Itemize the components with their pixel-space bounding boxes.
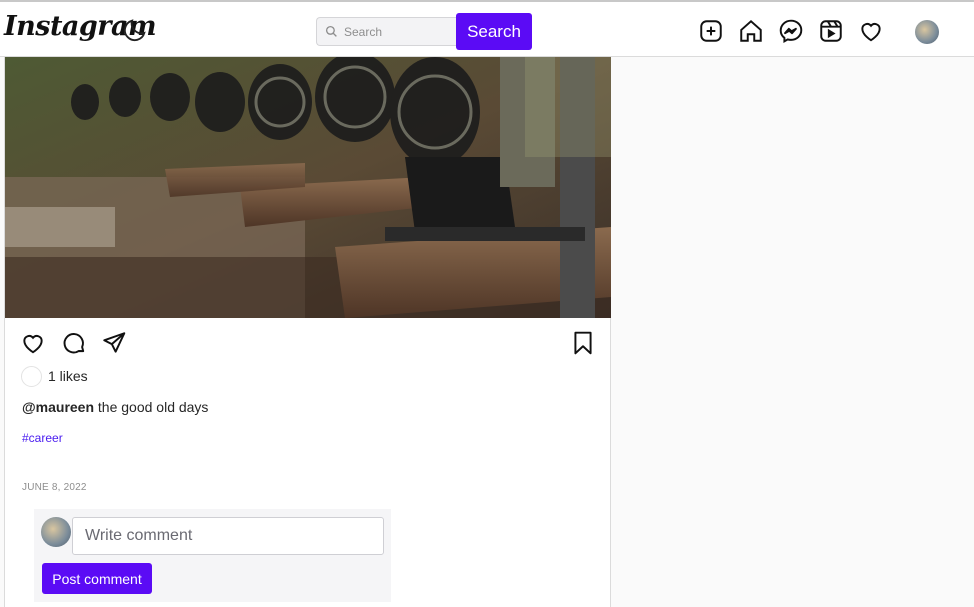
- search-input[interactable]: [344, 18, 456, 45]
- add-post-icon[interactable]: [698, 18, 724, 44]
- search-button[interactable]: Search: [456, 13, 532, 50]
- bookmark-icon[interactable]: [570, 330, 596, 356]
- search-icon: [325, 25, 337, 37]
- comment-input[interactable]: [72, 517, 384, 555]
- home-icon[interactable]: [738, 18, 764, 44]
- comment-bubble-icon[interactable]: [61, 330, 87, 356]
- commenter-avatar: [41, 517, 71, 547]
- search-field[interactable]: [316, 17, 457, 46]
- top-navigation-bar: Instagram Search: [0, 0, 974, 57]
- profile-avatar[interactable]: [915, 20, 939, 44]
- post-actions-bar: [5, 318, 611, 368]
- liker-avatar-placeholder: [21, 366, 42, 387]
- comment-form: Post comment: [34, 509, 391, 602]
- reels-icon[interactable]: [818, 18, 844, 44]
- post-date: JUNE 8, 2022: [22, 482, 87, 493]
- share-send-icon[interactable]: [101, 330, 127, 356]
- post-photo[interactable]: [5, 57, 611, 318]
- messenger-icon[interactable]: [778, 18, 804, 44]
- caption-username[interactable]: @maureen: [22, 399, 94, 415]
- post-caption: @maureen the good old days: [22, 399, 208, 415]
- heart-icon[interactable]: [858, 18, 884, 44]
- likes-count[interactable]: 1 likes: [48, 368, 88, 384]
- post-card: 1 likes @maureen the good old days #care…: [4, 57, 611, 607]
- like-heart-icon[interactable]: [20, 330, 46, 356]
- hashtag-link[interactable]: #career: [22, 431, 63, 445]
- sewing-machines-photo: [5, 57, 611, 318]
- caption-text: the good old days: [94, 399, 209, 415]
- dark-mode-moon-icon[interactable]: [121, 16, 149, 44]
- post-comment-button[interactable]: Post comment: [42, 563, 152, 594]
